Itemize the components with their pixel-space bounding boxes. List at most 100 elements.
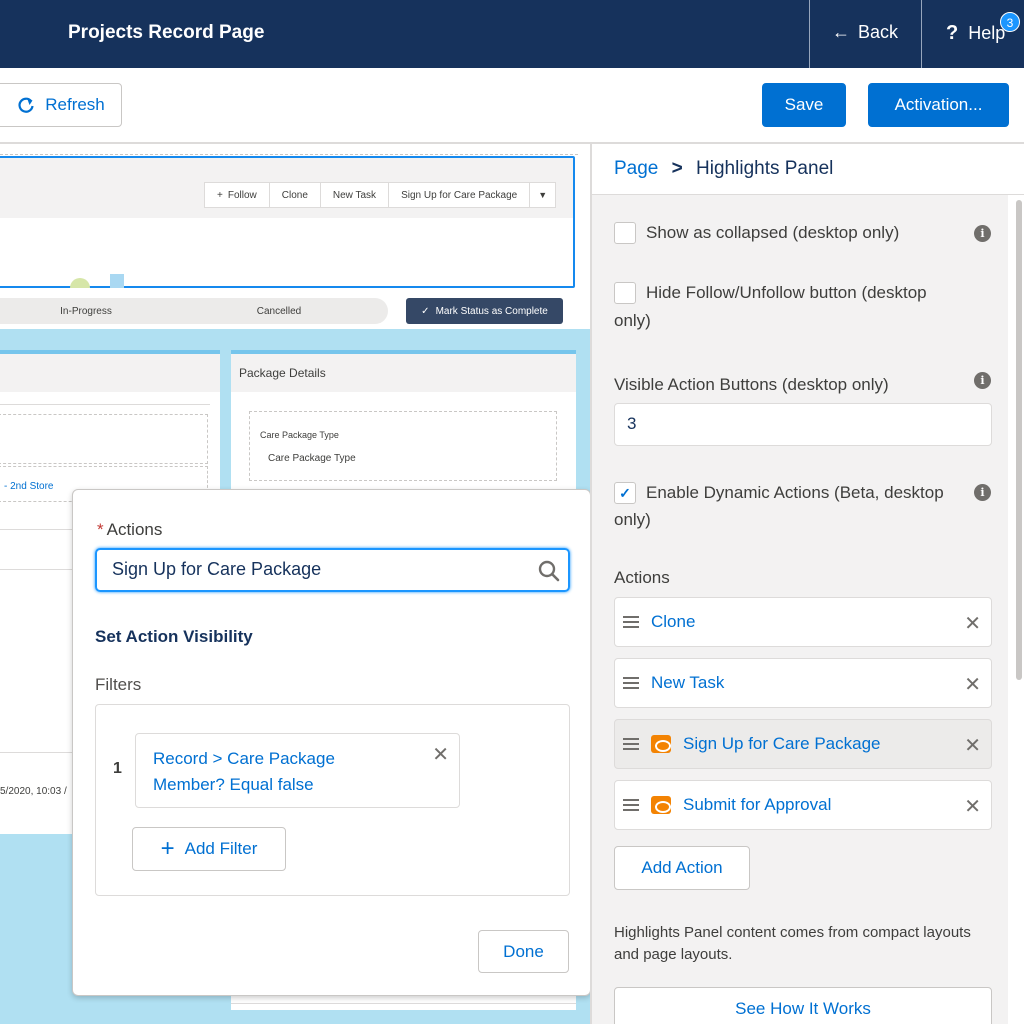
help-button[interactable]: ? Help <box>946 22 1005 45</box>
hide-follow-label-cont: only) <box>614 311 651 330</box>
header-divider <box>921 0 922 68</box>
card-header <box>0 354 220 392</box>
page-title: Projects Record Page <box>68 22 265 43</box>
visibility-eye-icon <box>651 735 671 753</box>
remove-action-icon[interactable]: ✕ <box>964 672 981 697</box>
canvas-guide <box>0 154 578 155</box>
back-button[interactable]: ← Back <box>832 22 898 43</box>
remove-filter-icon[interactable]: ✕ <box>432 742 449 768</box>
timestamp-text: 5/2020, 10:03 / <box>0 786 67 797</box>
remove-action-icon[interactable]: ✕ <box>964 611 981 636</box>
care-package-type-value: Care Package Type <box>268 453 356 464</box>
action-search-input[interactable]: Sign Up for Care Package <box>95 548 570 592</box>
drag-handle-icon[interactable] <box>623 674 639 692</box>
help-badge: 3 <box>1000 12 1020 32</box>
done-button[interactable]: Done <box>478 930 569 973</box>
info-icon[interactable]: i <box>974 484 991 501</box>
builder-toolbar: Refresh Save Activation... <box>0 68 1024 144</box>
drag-handle-icon[interactable] <box>623 796 639 814</box>
path-step-cancelled: Cancelled <box>170 298 388 324</box>
check-icon: ✓ <box>421 305 430 317</box>
visibility-heading: Set Action Visibility <box>95 627 253 646</box>
help-label: Help <box>968 23 1006 43</box>
visible-buttons-label: Visible Action Buttons (desktop only) <box>614 375 889 394</box>
drag-handle-icon[interactable] <box>623 613 639 631</box>
action-label: Clone <box>651 612 696 631</box>
follow-button: + Follow <box>204 182 270 208</box>
caret-down-icon: ▼ <box>538 190 548 200</box>
app-header: Projects Record Page ← Back ? Help 3 <box>0 0 1024 68</box>
search-value: Sign Up for Care Package <box>112 559 322 579</box>
breadcrumb: Page > Highlights Panel <box>614 158 833 180</box>
status-path: In-Progress Cancelled <box>0 298 390 324</box>
action-item-new-task[interactable]: New Task ✕ <box>614 658 992 708</box>
actions-heading: Actions <box>614 568 670 587</box>
filters-container: 1 Record > Care Package Member? Equal fa… <box>95 704 570 896</box>
add-action-button[interactable]: Add Action <box>614 846 750 890</box>
search-icon <box>538 560 560 582</box>
dynamic-actions-label-cont: only) <box>614 510 651 529</box>
filter-text-line2: Member? Equal false <box>153 775 314 794</box>
follow-label: Follow <box>227 189 257 201</box>
highlights-panel-preview[interactable]: + Follow Clone New Task Sign Up for Care … <box>0 156 575 288</box>
back-label: Back <box>858 22 899 42</box>
checkmark-icon: ✓ <box>619 485 631 501</box>
show-collapsed-label: Show as collapsed (desktop only) <box>646 223 900 242</box>
question-icon: ? <box>946 22 959 44</box>
action-label: Submit for Approval <box>683 795 832 814</box>
activation-button[interactable]: Activation... <box>868 83 1009 127</box>
store-link: - 2nd Store <box>4 481 54 492</box>
actions-label-text: Actions <box>106 520 163 539</box>
hide-follow-checkbox[interactable] <box>614 282 636 304</box>
mark-status-label: Mark Status as Complete <box>435 305 548 317</box>
hide-follow-label: Hide Follow/Unfollow button (desktop <box>646 283 927 302</box>
remove-action-icon[interactable]: ✕ <box>964 794 981 819</box>
visible-buttons-input[interactable]: 3 <box>614 403 992 446</box>
field-placeholder <box>0 414 208 464</box>
add-filter-label: Add Filter <box>184 839 258 858</box>
refresh-button[interactable]: Refresh <box>0 83 122 127</box>
see-how-it-works-button[interactable]: See How It Works <box>614 987 992 1024</box>
new-task-button: New Task <box>319 182 390 208</box>
breadcrumb-current: Highlights Panel <box>696 158 834 179</box>
filter-text-line1: Record > Care Package <box>153 749 335 768</box>
clone-button: Clone <box>268 182 321 208</box>
breadcrumb-page-link[interactable]: Page <box>614 158 658 179</box>
action-visibility-popover: * Actions Sign Up for Care Package Set Ac… <box>72 489 605 996</box>
plus-icon: + <box>217 189 223 201</box>
care-package-type-field: Care Package Type Care Package Type <box>249 411 557 481</box>
more-actions-button: ▼ <box>529 182 557 208</box>
sign-up-button: Sign Up for Care Package <box>388 182 531 208</box>
highlights-action-bar: + Follow Clone New Task Sign Up for Care … <box>204 182 557 208</box>
package-card-title: Package Details <box>231 354 576 392</box>
visibility-eye-icon <box>651 796 671 814</box>
action-item-clone[interactable]: Clone ✕ <box>614 597 992 647</box>
action-label: Sign Up for Care Package <box>683 734 881 753</box>
refresh-label: Refresh <box>45 95 105 114</box>
plus-icon: + <box>160 835 175 862</box>
show-collapsed-checkbox[interactable] <box>614 222 636 244</box>
drag-handle-icon[interactable] <box>623 735 639 753</box>
panel-scrollbar[interactable] <box>1016 200 1022 680</box>
action-item-sign-up[interactable]: Sign Up for Care Package ✕ <box>614 719 992 769</box>
add-filter-button[interactable]: + Add Filter <box>132 827 286 871</box>
action-label: New Task <box>651 673 725 692</box>
panel-body: Show as collapsed (desktop only) i Hide … <box>592 195 1008 1024</box>
care-package-type-label: Care Package Type <box>260 430 339 440</box>
dynamic-actions-label: Enable Dynamic Actions (Beta, desktop <box>646 483 944 502</box>
save-button[interactable]: Save <box>762 83 846 127</box>
info-icon[interactable]: i <box>974 225 991 242</box>
action-item-submit-approval[interactable]: Submit for Approval ✕ <box>614 780 992 830</box>
filters-label: Filters <box>95 675 142 694</box>
properties-panel: Page > Highlights Panel Show as collapse… <box>590 144 1024 1024</box>
card-divider <box>0 404 210 405</box>
filter-pill[interactable]: Record > Care Package Member? Equal fals… <box>135 733 460 808</box>
actions-field-label: * Actions <box>97 520 162 540</box>
filter-index: 1 <box>113 760 122 777</box>
mark-status-button: ✓ Mark Status as Complete <box>406 298 563 324</box>
info-icon[interactable]: i <box>974 372 991 389</box>
required-asterisk: * <box>97 520 104 539</box>
remove-action-icon[interactable]: ✕ <box>964 733 981 758</box>
dynamic-actions-checkbox[interactable]: ✓ <box>614 482 636 504</box>
breadcrumb-separator-icon: > <box>671 158 683 179</box>
